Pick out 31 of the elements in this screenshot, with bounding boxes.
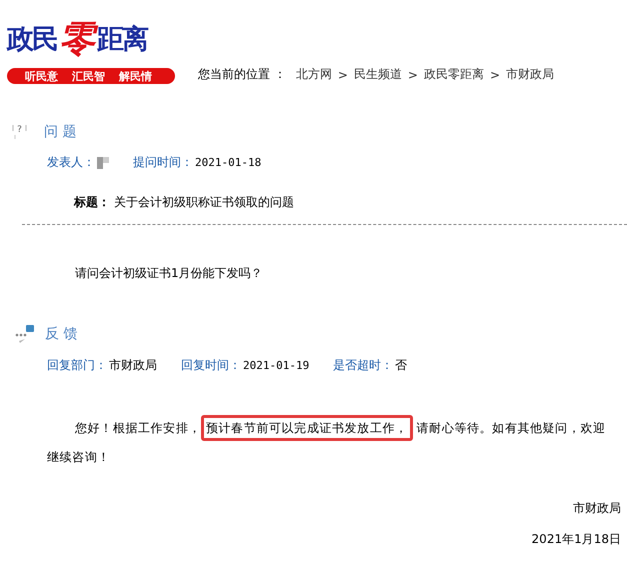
poster-label: 发表人：: [47, 154, 95, 171]
breadcrumb-link[interactable]: 民生频道: [354, 66, 402, 83]
chat-bubble-icon: [13, 324, 35, 344]
reply-time-label: 回复时间：: [181, 357, 241, 374]
department-label: 回复部门：: [47, 357, 107, 374]
breadcrumb-link[interactable]: 政民零距离: [424, 66, 484, 83]
department-value: 市财政局: [109, 357, 157, 374]
breadcrumb-link[interactable]: 市财政局: [506, 66, 554, 83]
slogan-text: 汇民智: [72, 68, 105, 84]
reply-date: 2021年1月18日: [530, 531, 622, 548]
question-heading: 问 题: [44, 123, 76, 141]
site-logo: 政民零距离: [7, 16, 147, 62]
breadcrumb-separator: >: [338, 68, 348, 82]
breadcrumb-separator: >: [490, 68, 500, 82]
location-label: 您当前的位置 ：: [198, 66, 286, 83]
question-title: 关于会计初级职称证书领取的问题: [114, 195, 294, 209]
overdue-value: 否: [395, 357, 408, 374]
slogan-text: 听民意: [25, 68, 58, 84]
overdue-label: 是否超时：: [333, 357, 394, 374]
breadcrumb-separator: >: [408, 68, 418, 82]
feedback-heading: 反 馈: [45, 325, 78, 343]
breadcrumb-link[interactable]: 北方网: [296, 66, 332, 83]
question-time-label: 提问时间：: [133, 154, 193, 171]
reply-time: 2021-01-19: [243, 359, 310, 372]
title-label: 标题：: [74, 195, 110, 209]
reply-text: 您好！根据工作安排， 预计春节前可以完成证书发放工作， 请耐心等待。如有其他疑问，欢迎继续咨询！: [47, 414, 607, 472]
redacted-avatar-icon: [97, 156, 109, 168]
question-time: 2021-01-18: [195, 156, 262, 169]
signature: 市财政局: [572, 500, 622, 517]
question-text: 请问会计初级证书1月份能下发吗？: [75, 265, 264, 282]
slogan-text: 解民情: [119, 68, 152, 84]
